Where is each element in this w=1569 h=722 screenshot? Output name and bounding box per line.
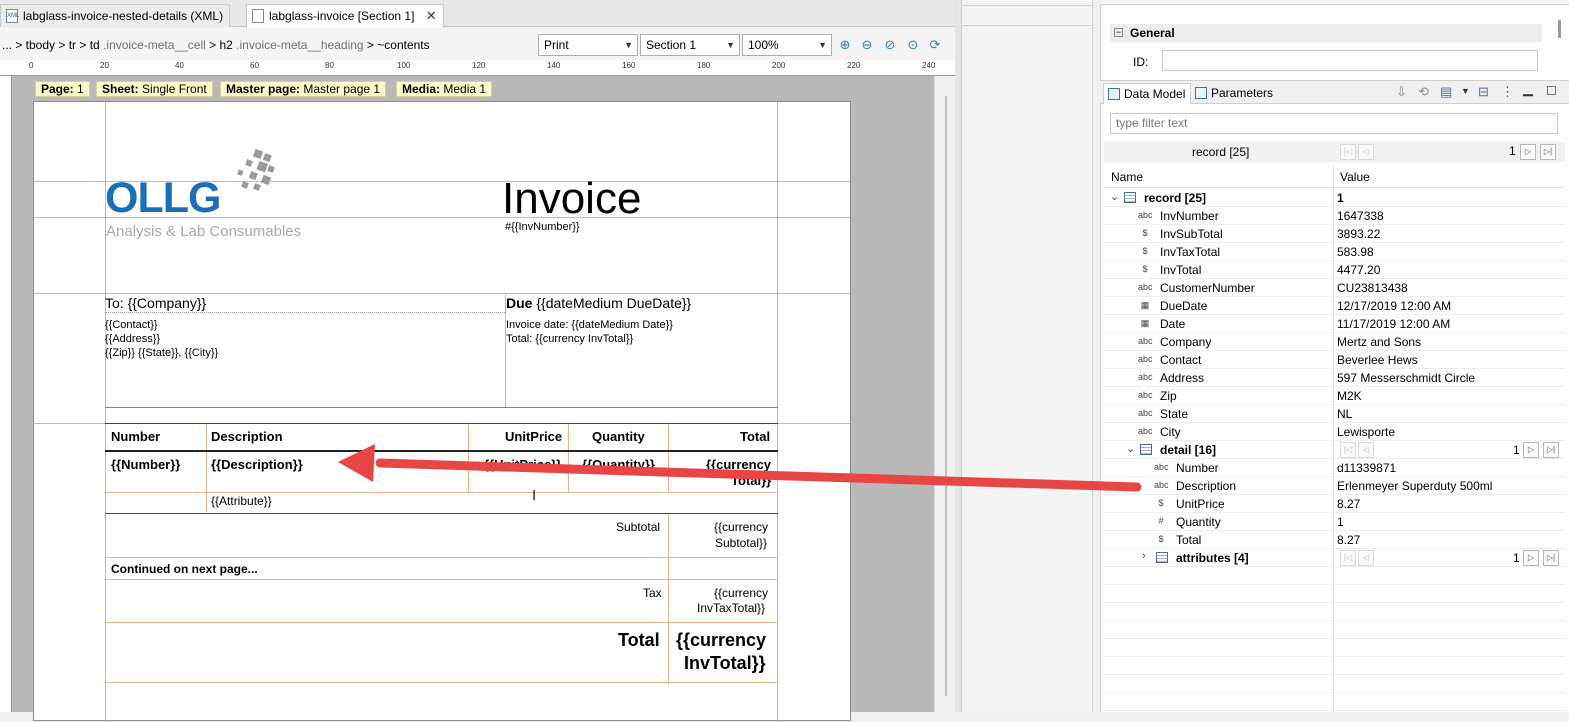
arrow-shaft [375,458,1142,492]
annotation-arrow [338,444,1142,492]
arrow-head [338,444,375,482]
